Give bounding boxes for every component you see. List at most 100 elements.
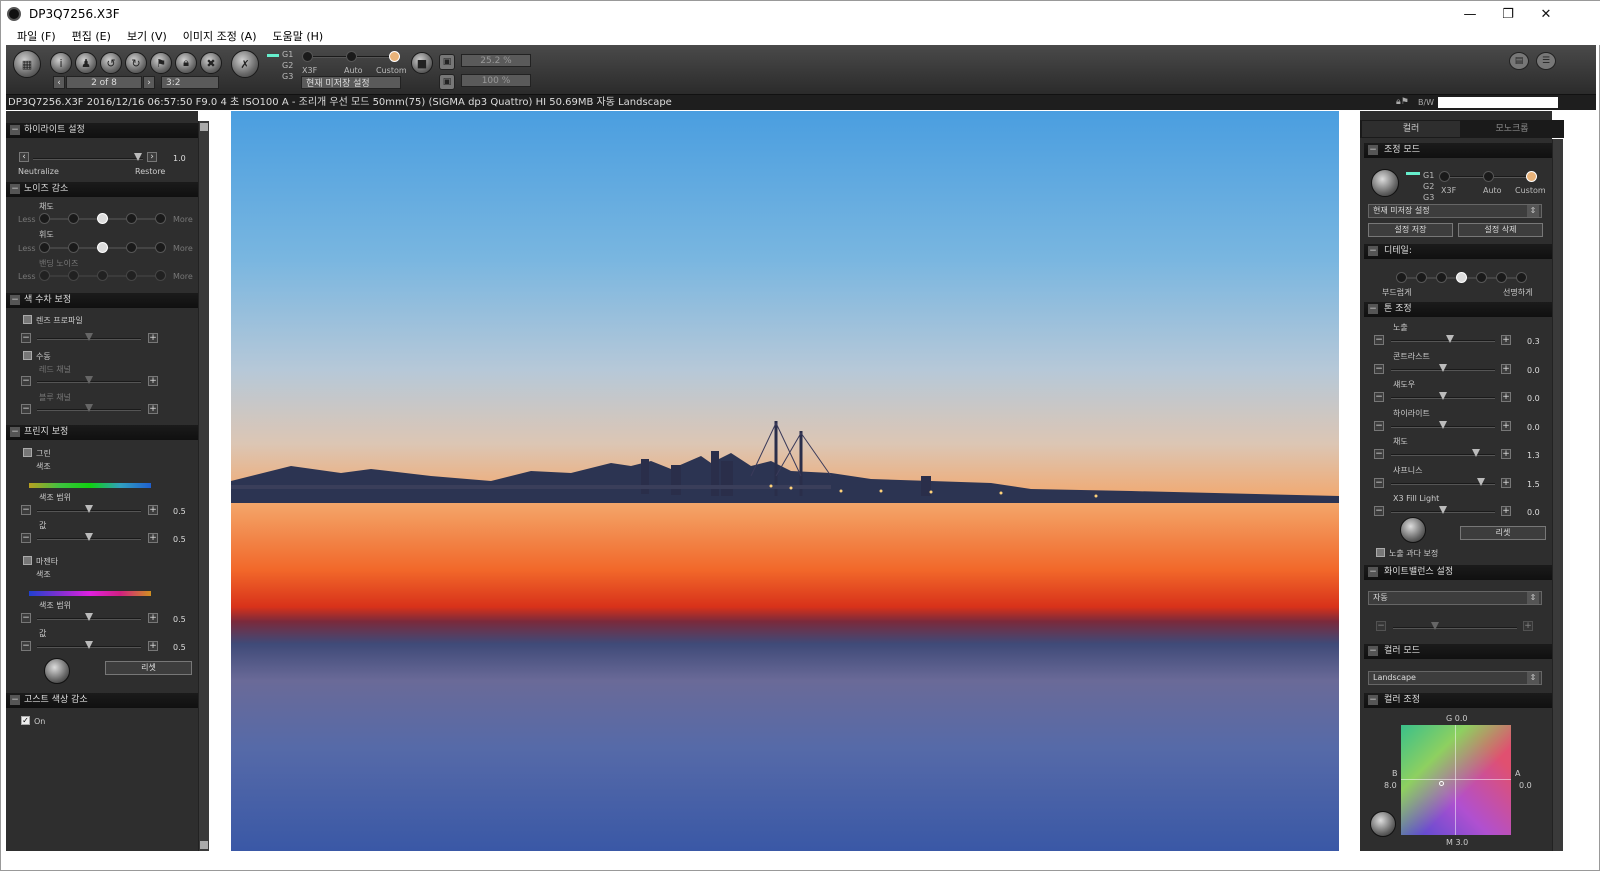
contrast-plus[interactable]: + — [1501, 364, 1511, 374]
contrast-minus[interactable]: − — [1374, 364, 1384, 374]
magenta-range-thumb[interactable] — [85, 613, 93, 621]
detail-slider[interactable] — [1396, 272, 1528, 284]
wb-minus[interactable]: − — [1376, 621, 1386, 631]
adjust-x3f-dot[interactable] — [1439, 171, 1450, 182]
shadow-minus[interactable]: − — [1374, 392, 1384, 402]
aberration-section-header[interactable]: 색 수차 보정 — [6, 293, 198, 308]
settings-panel-icon[interactable]: ☰ — [1536, 52, 1556, 70]
detail-header[interactable]: 디테일: — [1364, 244, 1552, 259]
exposure-minus[interactable]: − — [1374, 335, 1384, 345]
tab-monochrome[interactable]: 모노크롬 — [1462, 121, 1562, 137]
color-eyedropper-icon[interactable] — [1370, 811, 1396, 837]
red-channel-minus[interactable]: − — [21, 376, 31, 386]
stop-icon[interactable]: ■ — [411, 52, 433, 74]
x3f-mode-icon-right[interactable] — [1371, 169, 1399, 197]
highlight-tone-thumb[interactable] — [1439, 421, 1447, 429]
green-range-plus[interactable]: + — [148, 505, 158, 515]
menu-file[interactable]: 파일 (F) — [17, 28, 56, 44]
adjust-custom-dot[interactable] — [1526, 171, 1537, 182]
green-range-minus[interactable]: − — [21, 505, 31, 515]
green-amount-minus[interactable]: − — [21, 533, 31, 543]
close-button[interactable]: ✕ — [1527, 1, 1565, 27]
contrast-thumb[interactable] — [1439, 364, 1447, 372]
highlight-left-arrow[interactable]: ‹ — [19, 152, 29, 162]
exposure-plus[interactable]: + — [1501, 335, 1511, 345]
menu-help[interactable]: 도움말 (H) — [273, 28, 324, 44]
bw-field[interactable] — [1438, 97, 1558, 108]
mode-custom-dot[interactable] — [389, 51, 400, 62]
color-mode-select[interactable]: Landscape — [1368, 671, 1542, 685]
prev-page-button[interactable]: ‹ — [53, 76, 65, 89]
red-channel-plus[interactable]: + — [148, 376, 158, 386]
magenta-amount-minus[interactable]: − — [21, 641, 31, 651]
green-checkbox[interactable] — [23, 448, 32, 457]
exposure-slider[interactable] — [1391, 340, 1495, 342]
tab-color[interactable]: 컬러 — [1362, 121, 1460, 137]
saturation-thumb[interactable] — [1472, 449, 1480, 457]
fringe-section-header[interactable]: 프린지 보정 — [6, 425, 198, 440]
trash-icon[interactable]: ✖ — [200, 52, 222, 74]
color-adjust-header[interactable]: 컬러 조정 — [1364, 693, 1552, 708]
lock-icon[interactable]: 🔒︎ — [175, 52, 197, 74]
mode-x3f-dot[interactable] — [302, 51, 313, 62]
eyedropper-icon[interactable] — [44, 658, 70, 684]
green-range-thumb[interactable] — [85, 505, 93, 513]
noise-chroma-slider[interactable] — [39, 213, 171, 225]
magenta-range-minus[interactable]: − — [21, 613, 31, 623]
photo-preview[interactable] — [231, 111, 1339, 851]
blue-channel-minus[interactable]: − — [21, 404, 31, 414]
right-scrollbar[interactable] — [1552, 139, 1563, 851]
adjust-mode-header[interactable]: 조정 모드 — [1364, 143, 1552, 158]
blue-channel-plus[interactable]: + — [148, 404, 158, 414]
fill-light-plus[interactable]: + — [1501, 506, 1511, 516]
aberration-thumb-1[interactable] — [85, 333, 93, 341]
red-channel-thumb[interactable] — [85, 376, 93, 384]
sharpness-plus[interactable]: + — [1501, 478, 1511, 488]
shadow-plus[interactable]: + — [1501, 392, 1511, 402]
saturation-minus[interactable]: − — [1374, 449, 1384, 459]
grid-view-icon[interactable]: ▦ — [13, 50, 41, 78]
wb-thumb[interactable] — [1431, 622, 1439, 630]
color-grid-picker[interactable] — [1401, 725, 1511, 835]
stamp-icon[interactable]: ♟ — [75, 52, 97, 74]
shadow-thumb[interactable] — [1439, 392, 1447, 400]
noise-banding-slider[interactable] — [39, 270, 171, 282]
tone-eyedropper-icon[interactable] — [1400, 517, 1426, 543]
mode-auto-dot[interactable] — [346, 51, 357, 62]
manual-checkbox[interactable] — [23, 351, 32, 360]
flag-icon[interactable]: ⚑ — [150, 52, 172, 74]
highlight-section-header[interactable]: 하이라이트 설정 — [6, 123, 198, 138]
magenta-range-plus[interactable]: + — [148, 613, 158, 623]
overexposure-checkbox[interactable] — [1376, 548, 1385, 557]
zoom-100-field[interactable]: 100 % — [461, 74, 531, 87]
magenta-hue-gradient[interactable] — [29, 591, 151, 596]
zoom-fit-field[interactable]: 25.2 % — [461, 54, 531, 67]
preset-select[interactable]: 현재 미저장 설정 — [301, 76, 401, 89]
highlight-right-arrow[interactable]: › — [147, 152, 157, 162]
rotate-right-icon[interactable]: ↻ — [125, 52, 147, 74]
ratio-select[interactable]: 3:2 — [161, 76, 219, 89]
minimize-button[interactable]: — — [1451, 1, 1489, 27]
magenta-amount-thumb[interactable] — [85, 641, 93, 649]
menu-view[interactable]: 보기 (V) — [127, 28, 167, 44]
fill-light-minus[interactable]: − — [1374, 506, 1384, 516]
wb-plus[interactable]: + — [1523, 621, 1533, 631]
aberration-minus-1[interactable]: − — [21, 333, 31, 343]
green-amount-plus[interactable]: + — [148, 533, 158, 543]
highlight-plus[interactable]: + — [1501, 421, 1511, 431]
fill-light-thumb[interactable] — [1439, 506, 1447, 514]
wb-slider[interactable] — [1393, 627, 1517, 629]
x3f-mode-icon[interactable]: ✗ — [231, 50, 259, 78]
image-panel-icon[interactable]: ▤ — [1509, 52, 1529, 70]
restore-button[interactable]: ❐ — [1489, 1, 1527, 27]
magenta-checkbox[interactable] — [23, 556, 32, 565]
fringe-reset-button[interactable]: 리셋 — [105, 661, 192, 675]
left-scrollbar[interactable] — [198, 121, 209, 851]
magenta-amount-plus[interactable]: + — [148, 641, 158, 651]
fit-view-icon[interactable]: ▣ — [439, 54, 455, 70]
save-setting-button[interactable]: 설정 저장 — [1368, 223, 1453, 237]
saturation-plus[interactable]: + — [1501, 449, 1511, 459]
menu-edit[interactable]: 편집 (E) — [72, 28, 111, 44]
highlight-thumb[interactable] — [134, 153, 142, 161]
green-hue-gradient[interactable] — [29, 483, 151, 488]
